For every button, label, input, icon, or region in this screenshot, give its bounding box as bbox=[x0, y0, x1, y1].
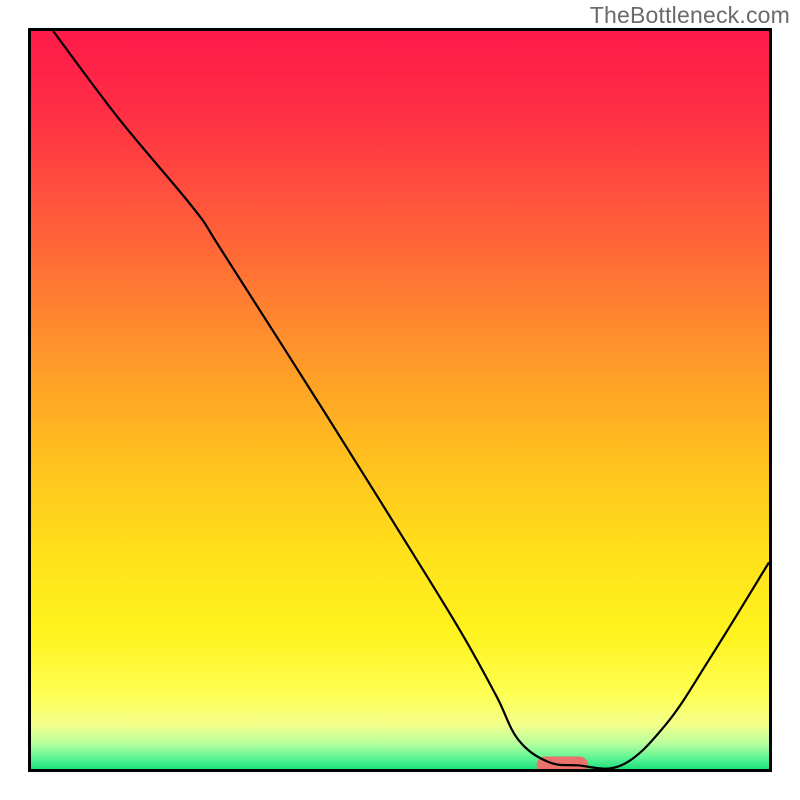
gradient-background-rect bbox=[31, 31, 769, 769]
minimum-pill bbox=[537, 756, 589, 769]
markers-layer bbox=[537, 756, 589, 769]
chart-container: TheBottleneck.com bbox=[0, 0, 800, 800]
plot-frame bbox=[28, 28, 772, 772]
watermark-text: TheBottleneck.com bbox=[590, 2, 790, 29]
chart-svg bbox=[31, 31, 769, 769]
